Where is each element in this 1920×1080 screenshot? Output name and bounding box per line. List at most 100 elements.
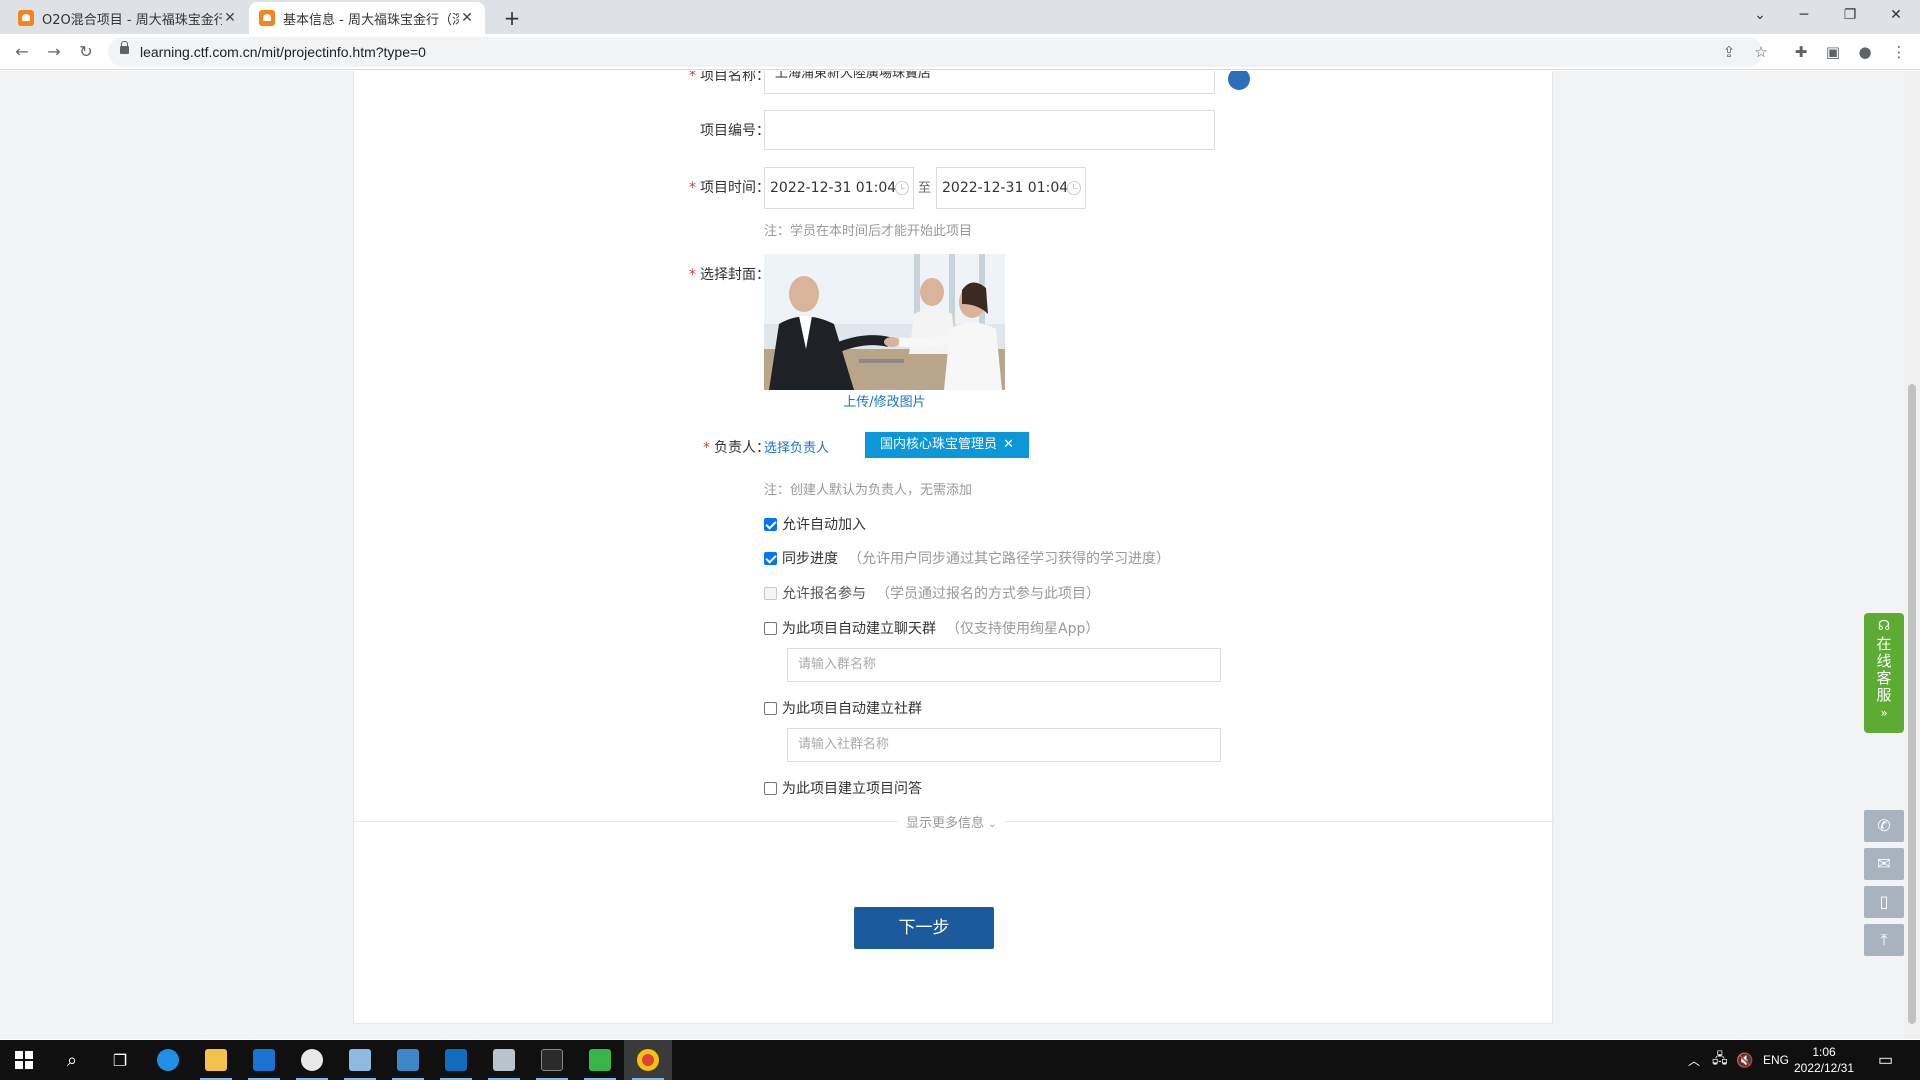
volume-muted-icon[interactable]: 🔇 <box>1736 1040 1753 1080</box>
globe-icon[interactable] <box>1228 71 1250 90</box>
allow-signup-checkbox[interactable] <box>764 586 777 600</box>
project-code-label: 项目编号： <box>700 123 770 139</box>
feedback-chat-icon[interactable]: ✉ <box>1864 848 1904 880</box>
share-icon[interactable]: ⇪ <box>1719 42 1739 62</box>
chrome-icon[interactable] <box>624 1040 672 1080</box>
network-app-icon[interactable] <box>480 1040 528 1080</box>
clock-icon <box>1067 181 1081 195</box>
end-time-input[interactable]: 2022-12-31 01:04 <box>936 167 1086 209</box>
option-auto-join[interactable]: 允许自动加入 <box>764 514 866 534</box>
option-hint: （允许用户同步通过其它路径学习获得的学习进度） <box>848 551 1170 567</box>
community-name-input[interactable]: 请输入社群名称 <box>787 728 1221 762</box>
side-panel-icon[interactable]: ▣ <box>1823 42 1843 62</box>
remove-tag-close-icon[interactable]: ✕ <box>1003 437 1014 452</box>
clock-icon <box>895 181 909 195</box>
close-window-button[interactable]: ✕ <box>1874 0 1918 30</box>
chevron-down-icon: ⌄ <box>988 819 997 830</box>
tab-o2o-project[interactable]: O2O混合项目 - 周大福珠宝金行 ✕ <box>8 2 248 34</box>
project-code-input[interactable] <box>764 110 1215 150</box>
option-qa[interactable]: 为此项目建立项目问答 <box>764 778 922 798</box>
clock-time: 1:06 <box>1812 1045 1836 1059</box>
media-player-icon[interactable] <box>576 1040 624 1080</box>
windows-start-icon[interactable] <box>0 1040 48 1080</box>
option-label: 为此项目建立项目问答 <box>782 781 922 797</box>
page-scrollbar[interactable] <box>1904 71 1920 1039</box>
option-allow-signup[interactable]: 允许报名参与 （学员通过报名的方式参与此项目） <box>764 583 1100 603</box>
file-explorer-icon[interactable] <box>192 1040 240 1080</box>
scrollbar-thumb[interactable] <box>1908 384 1916 1024</box>
tab-basic-info[interactable]: 基本信息 - 周大福珠宝金行（深 ✕ <box>249 2 485 34</box>
mobile-phone-icon[interactable]: ▯ <box>1864 886 1904 918</box>
address-bar[interactable]: learning.ctf.com.cn/mit/projectinfo.htm?… <box>108 37 1763 67</box>
bookmark-star-icon[interactable]: ☆ <box>1751 42 1771 62</box>
upload-cover-link[interactable]: 上传/修改图片 <box>764 391 1005 410</box>
online-service-button[interactable]: ☊ 在线客服 » <box>1864 613 1904 733</box>
terminal-icon[interactable] <box>528 1040 576 1080</box>
project-name-input[interactable]: 上海浦東新大陸廣場珠寶店 <box>764 71 1215 94</box>
cover-label: * 选择封面： <box>689 267 770 283</box>
option-hint: （仅支持使用绚星App） <box>946 621 1100 637</box>
restore-button[interactable]: ❐ <box>1828 0 1872 30</box>
notepad-icon[interactable] <box>336 1040 384 1080</box>
auto-join-checkbox[interactable] <box>764 517 777 531</box>
owner-label: * 负责人： <box>703 440 770 456</box>
clock-app-icon[interactable] <box>288 1040 336 1080</box>
option-hint: （学员通过报名的方式参与此项目） <box>876 586 1100 602</box>
sync-progress-checkbox[interactable] <box>764 551 777 565</box>
remote-desktop-icon[interactable] <box>384 1040 432 1080</box>
project-time-label: * 项目时间： <box>689 180 770 196</box>
online-service-label: 在线客服 <box>1876 635 1892 704</box>
start-time-input[interactable]: 2022-12-31 01:04 <box>764 167 914 209</box>
tab-close-icon[interactable]: ✕ <box>222 10 238 26</box>
back-arrow-icon[interactable]: ← <box>9 39 35 65</box>
project-name-label: * 项目名称： <box>689 71 770 84</box>
windows-taskbar: ⌕ ❐ ︿ 🖧 🔇 ENG 1:06 2022/12/31 ▭ <box>0 1040 1920 1080</box>
network-icon[interactable]: 🖧 <box>1712 1040 1728 1080</box>
url-text: learning.ctf.com.cn/mit/projectinfo.htm?… <box>140 44 426 60</box>
outlook-icon[interactable] <box>432 1040 480 1080</box>
end-time-value: 2022-12-31 01:04 <box>942 180 1069 196</box>
owner-note: 注：创建人默认为负责人，无需添加 <box>764 483 973 498</box>
chat-group-name-input[interactable]: 请输入群名称 <box>787 648 1221 682</box>
task-view-icon[interactable]: ❐ <box>96 1040 144 1080</box>
tab-search-chevron-icon[interactable]: ⌄ <box>1738 0 1782 30</box>
system-clock[interactable]: 1:06 2022/12/31 <box>1786 1044 1862 1076</box>
option-chat-group[interactable]: 为此项目自动建立聊天群 （仅支持使用绚星App） <box>764 618 1099 638</box>
option-community[interactable]: 为此项目自动建立社群 <box>764 698 922 718</box>
menu-kebab-icon[interactable]: ⋮ <box>1889 42 1909 62</box>
next-step-button[interactable]: 下一步 <box>854 907 994 949</box>
wechat-icon[interactable]: ✆ <box>1864 810 1904 842</box>
option-label: 为此项目自动建立社群 <box>782 701 922 717</box>
app-s-icon[interactable] <box>240 1040 288 1080</box>
qa-checkbox[interactable] <box>764 781 777 795</box>
community-checkbox[interactable] <box>764 701 777 715</box>
back-to-top-icon[interactable]: ⤒ <box>1864 924 1904 956</box>
owner-tag-label: 国内核心珠宝管理员 <box>880 437 998 452</box>
new-tab-button[interactable]: + <box>498 4 526 32</box>
start-time-value: 2022-12-31 01:04 <box>770 180 897 196</box>
option-label: 为此项目自动建立聊天群 <box>782 621 936 637</box>
show-more-info-link[interactable]: 显示更多信息 ⌄ <box>898 812 1005 831</box>
browser-toolbar: ← → ↻ learning.ctf.com.cn/mit/projectinf… <box>0 34 1920 70</box>
browser-tab-bar: O2O混合项目 - 周大福珠宝金行 ✕ 基本信息 - 周大福珠宝金行（深 ✕ +… <box>0 0 1920 34</box>
cover-image[interactable] <box>764 254 1005 390</box>
extensions-puzzle-icon[interactable]: ✚ <box>1791 42 1811 62</box>
tab-title: O2O混合项目 - 周大福珠宝金行 <box>42 12 222 28</box>
forward-arrow-icon[interactable]: → <box>41 39 67 65</box>
option-sync-progress[interactable]: 同步进度 （允许用户同步通过其它路径学习获得的学习进度） <box>764 548 1170 568</box>
select-owner-link[interactable]: 选择负责人 <box>764 437 829 456</box>
option-label: 允许报名参与 <box>782 586 866 602</box>
tab-title: 基本信息 - 周大福珠宝金行（深 <box>283 12 459 28</box>
headset-icon: ☊ <box>1877 618 1891 634</box>
more-info-label: 显示更多信息 <box>906 816 985 831</box>
double-chevron-right-icon: » <box>1880 706 1888 720</box>
tab-close-icon[interactable]: ✕ <box>459 10 475 26</box>
chat-group-checkbox[interactable] <box>764 621 777 635</box>
search-icon[interactable]: ⌕ <box>48 1040 96 1080</box>
minimize-button[interactable]: ─ <box>1782 0 1826 30</box>
profile-avatar-icon[interactable]: ● <box>1855 42 1875 62</box>
notification-center-icon[interactable]: ▭ <box>1878 1040 1893 1080</box>
tray-up-chevron-icon[interactable]: ︿ <box>1688 1040 1700 1080</box>
internet-explorer-icon[interactable] <box>144 1040 192 1080</box>
reload-icon[interactable]: ↻ <box>73 39 99 65</box>
